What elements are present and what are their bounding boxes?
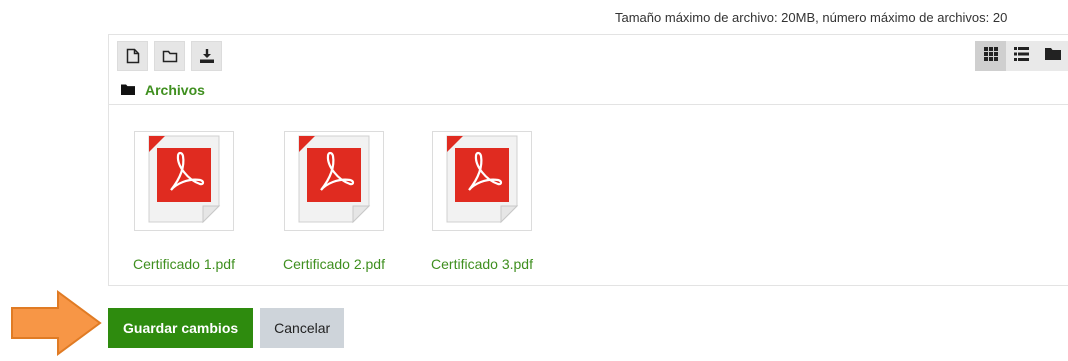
add-file-icon xyxy=(126,48,140,64)
download-icon xyxy=(199,48,215,64)
file-thumbnail[interactable] xyxy=(284,131,384,231)
save-changes-button[interactable]: Guardar cambios xyxy=(108,308,254,348)
file-limits-text: Tamaño máximo de archivo: 20MB, número m… xyxy=(615,10,1008,25)
download-all-button[interactable] xyxy=(191,41,222,71)
arrow-right-icon xyxy=(10,290,104,361)
file-toolbar xyxy=(117,41,222,71)
file-name[interactable]: Certificado 3.pdf xyxy=(407,256,557,272)
file-thumbnail[interactable] xyxy=(134,131,234,231)
view-switcher xyxy=(975,41,1068,71)
tree-view-icon xyxy=(1044,47,1061,65)
pdf-icon xyxy=(145,134,223,229)
file-item[interactable]: Certificado 1.pdf xyxy=(109,131,259,272)
pdf-icon xyxy=(443,134,521,229)
folder-icon xyxy=(121,82,135,98)
grid-view-icon xyxy=(983,46,998,66)
list-view-icon xyxy=(1014,46,1029,66)
breadcrumb: Archivos xyxy=(121,82,205,98)
file-item[interactable]: Certificado 2.pdf xyxy=(259,131,409,272)
tree-view-button[interactable] xyxy=(1037,41,1068,71)
file-thumbnail[interactable] xyxy=(432,131,532,231)
file-name[interactable]: Certificado 1.pdf xyxy=(109,256,259,272)
grid-view-button[interactable] xyxy=(975,41,1006,71)
create-folder-icon xyxy=(162,49,178,63)
file-item[interactable]: Certificado 3.pdf xyxy=(407,131,557,272)
add-file-button[interactable] xyxy=(117,41,148,71)
divider xyxy=(109,104,1068,105)
cancel-button[interactable]: Cancelar xyxy=(260,308,345,348)
create-folder-button[interactable] xyxy=(154,41,185,71)
file-manager: Archivos Certificado 1.pdf Certificado 2… xyxy=(108,34,1068,286)
file-name[interactable]: Certificado 2.pdf xyxy=(259,256,409,272)
list-view-button[interactable] xyxy=(1006,41,1037,71)
form-actions: Guardar cambios Cancelar xyxy=(108,308,345,348)
pdf-icon xyxy=(295,134,373,229)
breadcrumb-folder-link[interactable]: Archivos xyxy=(145,82,205,98)
